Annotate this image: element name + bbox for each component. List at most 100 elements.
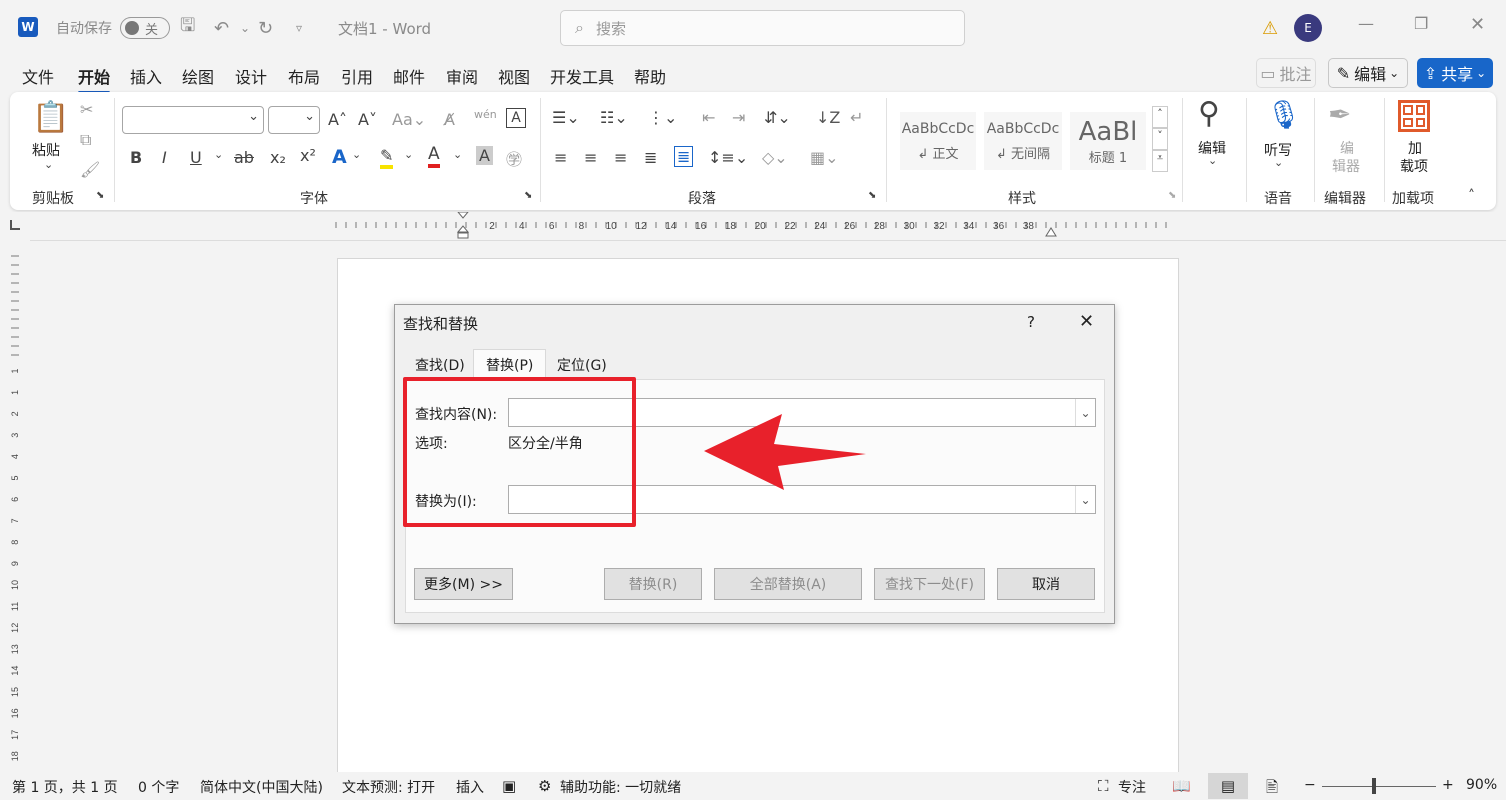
highlight-icon[interactable]: ✎ [380,146,394,169]
chevron-down-icon[interactable]: ⌄ [1075,399,1095,426]
bold-icon[interactable]: B [130,148,142,167]
find-magnifier-icon[interactable]: ⚲ [1198,96,1220,131]
justify-icon[interactable]: ≣ [644,148,657,167]
zoom-level[interactable]: 90% [1466,777,1497,793]
style-heading-1[interactable]: AaBl 标题 1 [1070,112,1146,170]
save-icon[interactable]: 🖫 [180,14,195,42]
shading-icon[interactable]: ◇⌄ [762,148,788,167]
paste-dropdown-icon[interactable]: ⌄ [44,158,53,171]
focus-label[interactable]: 专注 [1118,777,1146,797]
web-layout-icon[interactable]: 🖹 [1266,777,1278,800]
clipboard-launcher-icon[interactable]: ⬊ [96,190,104,201]
text-prediction[interactable]: 文本预测: 打开 [342,777,435,797]
styles-up-icon[interactable]: ˄ [1152,106,1168,128]
subscript-icon[interactable]: x₂ [270,148,286,167]
borders-icon[interactable]: ▦⌄ [810,148,839,167]
style-normal[interactable]: AaBbCcDc ↲ 正文 [900,112,976,170]
enclose-char-icon[interactable]: ㊫ [506,146,522,170]
font-size-combo[interactable] [268,106,320,134]
copy-icon[interactable]: ⧉ [80,130,91,150]
text-effects-dropdown-icon[interactable]: ⌄ [352,148,361,161]
redo-icon[interactable]: ↻ [258,14,273,42]
cancel-button[interactable]: 取消 [997,568,1095,600]
more-button[interactable]: 更多(M) >> [414,568,513,600]
accessibility-icon[interactable]: ⚙ [538,777,551,795]
accessibility-status[interactable]: 辅助功能: 一切就绪 [560,777,681,797]
tab-draw[interactable]: 绘图 [182,64,214,88]
tab-selector-icon[interactable] [10,220,20,230]
styles-down-icon[interactable]: ˅ [1152,128,1168,150]
zoom-out-icon[interactable]: − [1304,777,1316,793]
styles-launcher-icon[interactable]: ⬊ [1168,190,1176,201]
format-painter-icon[interactable]: 🖌 [80,160,100,179]
indent-marker-icon[interactable] [456,211,470,240]
style-no-spacing[interactable]: AaBbCcDc ↲ 无间隔 [984,112,1062,170]
tab-developer[interactable]: 开发工具 [550,64,614,88]
tab-goto[interactable]: 定位(G) [545,351,619,379]
font-name-combo[interactable] [122,106,264,134]
dialog-close-button[interactable]: ✕ [1079,311,1094,332]
collapse-ribbon-icon[interactable]: ˄ [1468,188,1475,204]
superscript-icon[interactable]: x² [300,146,316,165]
sort-icon[interactable]: ↓Z [816,108,840,127]
page-count[interactable]: 第 1 页，共 1 页 [12,777,118,797]
editing-mode-button[interactable]: ✎ 编辑 ⌄ [1328,58,1408,88]
italic-icon[interactable]: I [162,148,167,167]
tab-review[interactable]: 审阅 [446,64,478,88]
char-border-icon[interactable]: A [506,108,526,128]
cut-icon[interactable]: ✂ [80,100,93,119]
tab-view[interactable]: 视图 [498,64,530,88]
align-center-icon[interactable]: ≡ [584,148,597,167]
replace-all-button[interactable]: 全部替换(A) [714,568,862,600]
paste-icon[interactable]: 📋 [32,100,69,135]
font-color-icon[interactable]: A [428,144,440,168]
undo-icon[interactable]: ↶ [214,14,229,42]
autosave-toggle[interactable]: 关 [120,17,170,39]
font-color-dropdown-icon[interactable]: ⌄ [453,148,462,161]
editor-icon[interactable]: ✒ [1328,98,1351,131]
focus-icon[interactable]: ⛶ [1098,777,1109,795]
grow-font-icon[interactable]: A˄ [328,110,347,129]
microphone-icon[interactable]: 🎙 [1266,98,1302,131]
align-left-icon[interactable]: ≡ [554,148,567,167]
tab-references[interactable]: 引用 [341,64,373,88]
zoom-slider-thumb[interactable] [1372,778,1376,794]
bullets-icon[interactable]: ☰⌄ [552,108,580,127]
horizontal-ruler[interactable]: 2 4 6 8 10 12 14 16 18 20 22 24 26 28 30 32 34 36 38 [0,211,1506,240]
chevron-down-icon[interactable]: ⌄ [1075,486,1095,513]
replace-button[interactable]: 替换(R) [604,568,702,600]
styles-more-icon[interactable]: ⩡ [1152,150,1168,172]
distributed-icon[interactable]: ≣ [674,146,694,167]
tab-replace[interactable]: 替换(P) [473,349,547,379]
line-spacing-icon[interactable]: ↕≡⌄ [708,148,748,167]
multilevel-list-icon[interactable]: ⋮⌄ [648,108,677,127]
highlight-dropdown-icon[interactable]: ⌄ [404,148,413,161]
autosave-control[interactable]: 自动保存 关 [56,14,170,42]
text-effects-icon[interactable]: A [332,146,347,168]
editing-dropdown-icon[interactable]: ⌄ [1208,154,1217,167]
help-button[interactable]: ? [1027,313,1035,331]
close-window-icon[interactable]: ✕ [1470,14,1485,35]
dictate-dropdown-icon[interactable]: ⌄ [1274,156,1283,169]
clear-format-icon[interactable]: A̸ [444,110,455,129]
search-box[interactable]: ⌕ 搜索 [560,10,965,46]
read-mode-icon[interactable]: 📖 [1172,777,1191,795]
phonetic-guide-icon[interactable]: wén [474,108,497,121]
zoom-slider[interactable] [1322,786,1436,787]
increase-indent-icon[interactable]: ⇥ [732,108,745,127]
show-marks-icon[interactable]: ↵ [850,108,863,127]
restore-icon[interactable]: ❐ [1414,14,1428,33]
char-shading-icon[interactable]: A [476,146,493,165]
font-launcher-icon[interactable]: ⬊ [524,190,532,201]
tab-insert[interactable]: 插入 [130,64,162,88]
macro-record-icon[interactable]: ▣ [502,777,516,795]
insert-mode[interactable]: 插入 [456,777,484,797]
strikethrough-icon[interactable]: ab [234,148,254,167]
warning-icon[interactable]: ⚠ [1262,14,1278,42]
underline-icon[interactable]: U [190,148,202,167]
comments-button[interactable]: ▭ 批注 [1256,58,1316,88]
share-button[interactable]: ⇪ 共享 ⌄ [1417,58,1493,88]
addins-icon[interactable] [1398,100,1430,132]
right-indent-marker-icon[interactable] [1044,224,1058,238]
vertical-ruler[interactable]: 1 1 2 3 4 5 6 7 8 9 10 11 12 13 14 15 16 17 18 [6,250,24,770]
